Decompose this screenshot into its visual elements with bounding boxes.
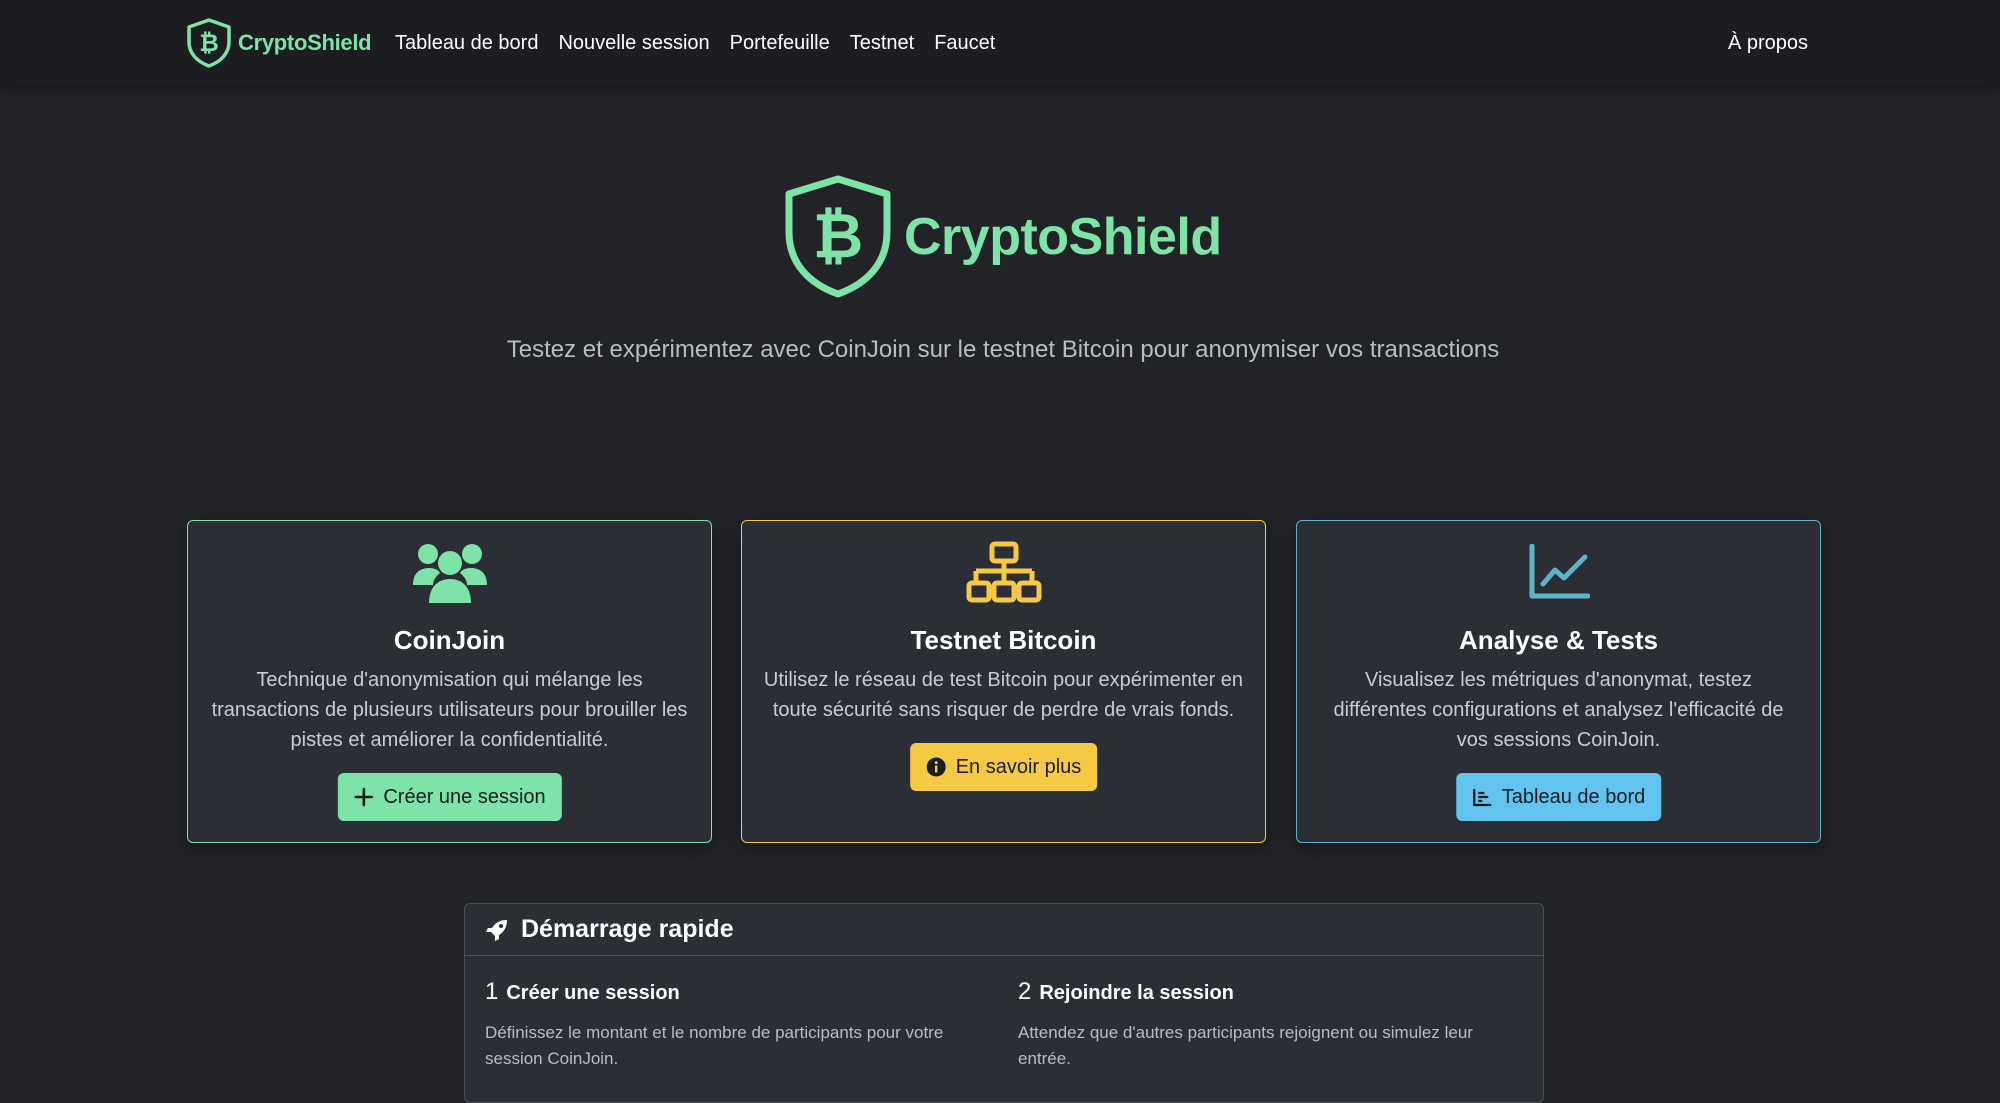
step-number: 1 <box>485 978 499 1005</box>
card-analysis: Analyse & Tests Visualisez les métriques… <box>1296 520 1821 843</box>
step-create-session: 1 Créer une session Définissez le montan… <box>485 978 985 1072</box>
step-title: Créer une session <box>506 982 680 1004</box>
step-title: Rejoindre la session <box>1039 982 1234 1004</box>
dashboard-button[interactable]: Tableau de bord <box>1455 773 1662 821</box>
nav-link-dashboard[interactable]: Tableau de bord <box>385 32 548 55</box>
button-label: Tableau de bord <box>1501 785 1646 808</box>
chart-line-icon <box>1529 544 1590 599</box>
plus-icon <box>354 787 373 807</box>
nav-link-new-session[interactable]: Nouvelle session <box>548 32 719 55</box>
nav-link-wallet[interactable]: Portefeuille <box>720 32 840 55</box>
card-text: Utilisez le réseau de test Bitcoin pour … <box>763 669 1244 721</box>
card-text: Visualisez les métriques d'anonymat, tes… <box>1333 669 1784 751</box>
button-label: Créer une session <box>383 785 546 808</box>
rocket-icon <box>486 919 507 941</box>
button-label: En savoir plus <box>955 755 1082 778</box>
nav-links: Tableau de bord Nouvelle session Portefe… <box>385 0 1005 86</box>
create-session-button[interactable]: Créer une session <box>337 773 562 821</box>
brand-link[interactable]: ₿ CryptoShield <box>186 18 372 68</box>
step-text: Définissez le montant et le nombre de pa… <box>485 1023 944 1068</box>
card-testnet: Testnet Bitcoin Utilisez le réseau de te… <box>741 520 1266 843</box>
hero-subtitle: Testez et expérimentez avec CoinJoin sur… <box>506 336 1500 363</box>
shield-bitcoin-logo-icon: ₿ <box>187 18 231 68</box>
step-number: 2 <box>1018 978 1032 1005</box>
card-text: Technique d'anonymisation qui mélange le… <box>211 669 688 751</box>
info-circle-icon <box>926 757 946 777</box>
svg-text:₿: ₿ <box>813 199 864 272</box>
learn-more-button[interactable]: En savoir plus <box>909 743 1098 791</box>
nav-link-faucet[interactable]: Faucet <box>924 32 1005 55</box>
card-title: CoinJoin <box>393 625 506 655</box>
bar-chart-icon <box>1472 789 1491 807</box>
step-text: Attendez que d'autres participants rejoi… <box>1018 1023 1473 1068</box>
nav-right: À propos <box>1718 0 1818 86</box>
quickstart-title: Démarrage rapide <box>521 915 734 943</box>
nav-link-about[interactable]: À propos <box>1718 32 1818 55</box>
card-title: Testnet Bitcoin <box>910 625 1097 655</box>
users-icon <box>412 544 487 603</box>
hero-title: CryptoShield <box>904 208 1222 266</box>
navbar: ₿ CryptoShield Tableau de bord Nouvelle … <box>0 0 2000 86</box>
svg-text:₿: ₿ <box>199 29 219 57</box>
quickstart-header: Démarrage rapide <box>465 904 1543 956</box>
nav-link-testnet[interactable]: Testnet <box>840 32 924 55</box>
step-join-session: 2 Rejoindre la session Attendez que d'au… <box>1018 978 1518 1072</box>
brand-name: CryptoShield <box>238 30 372 55</box>
card-coinjoin: CoinJoin Technique d'anonymisation qui m… <box>187 520 712 843</box>
network-icon <box>966 541 1041 603</box>
quickstart-panel: Démarrage rapide 1 Créer une session Déf… <box>464 903 1544 1103</box>
hero-logo: ₿ CryptoShield <box>782 174 1227 300</box>
shield-bitcoin-hero-icon: ₿ <box>785 175 891 298</box>
card-title: Analyse & Tests <box>1459 625 1658 655</box>
